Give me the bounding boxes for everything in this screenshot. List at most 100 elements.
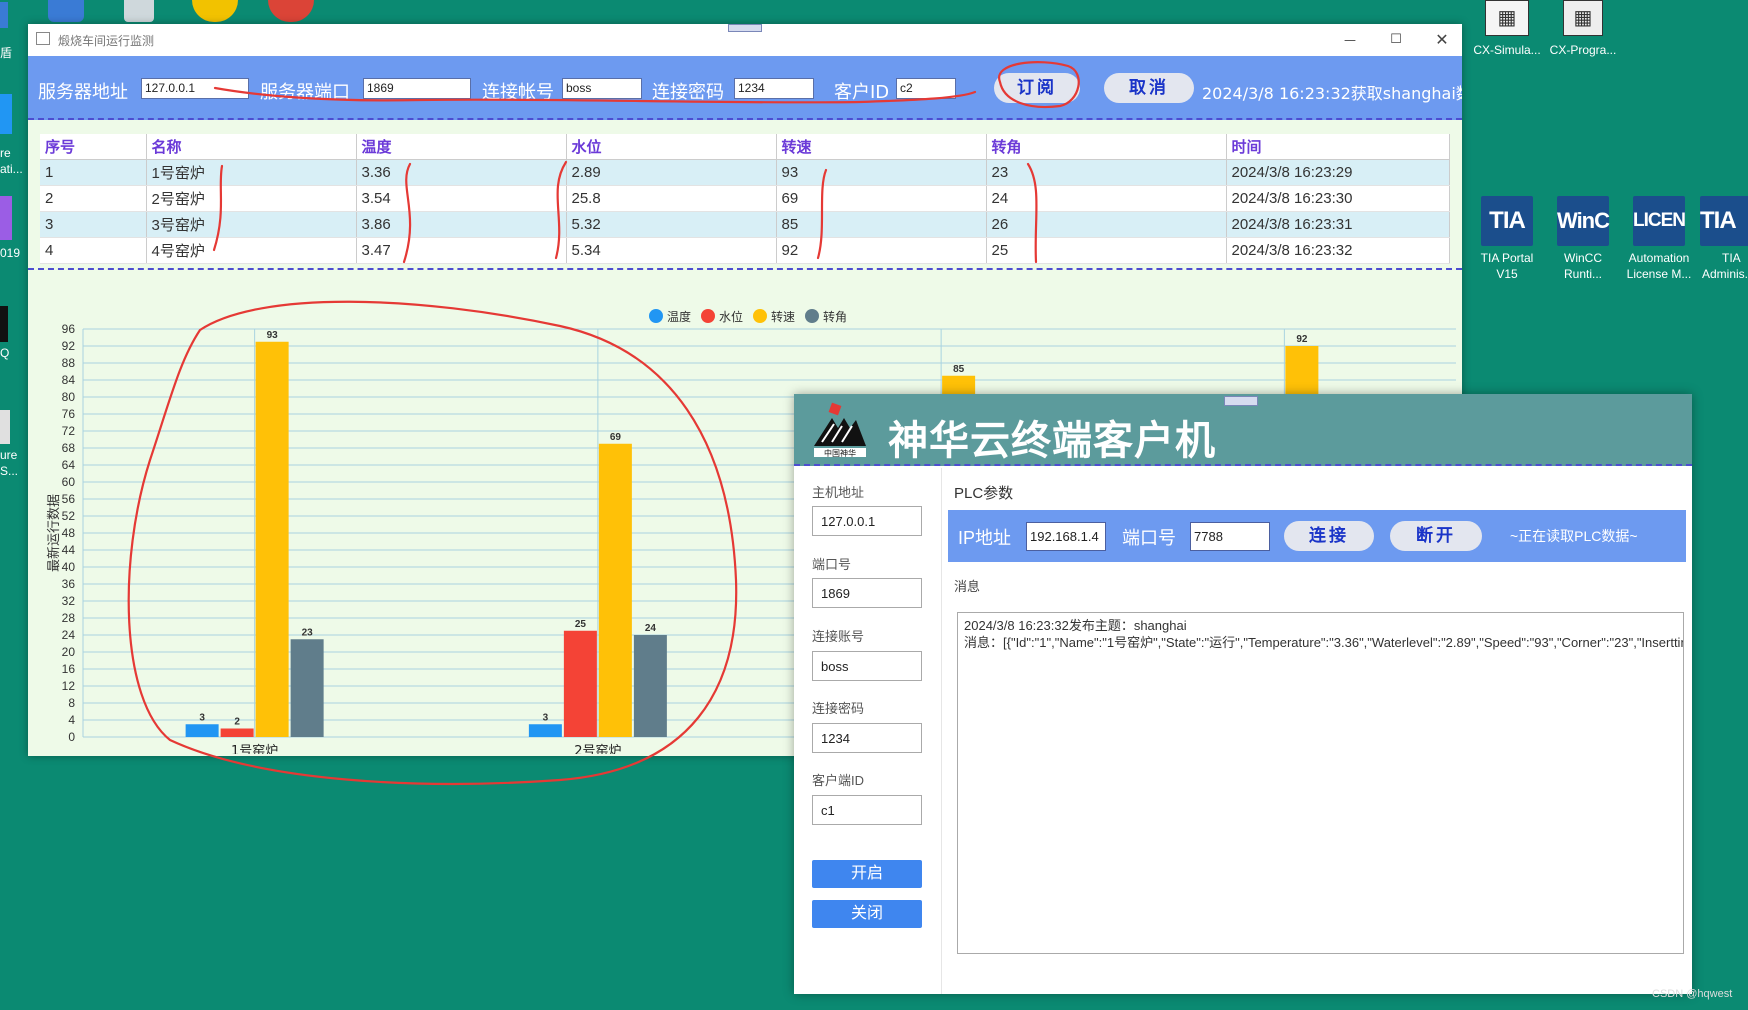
port-label: 端口号 (812, 557, 852, 572)
host-address-input[interactable]: 127.0.0.1 (812, 506, 922, 536)
account-label: 连接账号 (812, 629, 865, 644)
column-header[interactable]: 转角 (986, 134, 1227, 160)
desktop-icon-label: WinCC (1564, 251, 1602, 265)
table-row[interactable]: 3 3号窑炉 3.86 5.32 85 26 2024/3/8 16:23:31 (40, 211, 1450, 238)
server-address-input[interactable]: 127.0.0.1 (141, 78, 249, 99)
table-cell: 1号窑炉 (146, 159, 357, 186)
data-label: 23 (302, 627, 314, 638)
table-cell: 3.86 (356, 211, 567, 238)
close-button[interactable]: 关闭 (812, 900, 922, 928)
table-cell: 25 (986, 237, 1227, 264)
desktop-icon-wincc[interactable]: WinC WinCC Runti... (1544, 196, 1622, 282)
desktop-icon-cx-programmer[interactable]: ▦ CX-Progra... (1544, 0, 1622, 58)
account-input[interactable]: boss (562, 78, 642, 99)
desktop-icon-tia-admin[interactable]: TIA TIA Adminis... (1696, 196, 1748, 282)
column-header[interactable]: 转速 (776, 134, 987, 160)
left-edge-icon-1[interactable] (0, 2, 8, 28)
data-label: 92 (1296, 334, 1308, 345)
left-edge-icon-4[interactable] (0, 306, 8, 342)
drive-icon[interactable] (192, 0, 238, 22)
minimize-button[interactable]: — (1330, 28, 1370, 52)
table-cell: 4号窑炉 (146, 237, 357, 264)
y-tick-label: 84 (62, 373, 76, 387)
data-label: 69 (610, 432, 622, 443)
table-cell: 5.34 (566, 237, 777, 264)
table-cell: 26 (986, 211, 1227, 238)
left-edge-label: 盾 (0, 46, 13, 60)
desktop-icon-label: TIA (1722, 251, 1741, 265)
table-row[interactable]: 4 4号窑炉 3.47 5.34 92 25 2024/3/8 16:23:32 (40, 237, 1450, 264)
port-label: 端口号 (1122, 528, 1176, 548)
desktop-icon-partial-1[interactable] (48, 0, 84, 22)
host-address-label: 主机地址 (812, 485, 865, 500)
connect-button[interactable]: 连接 (1284, 521, 1374, 551)
y-tick-label: 32 (62, 594, 76, 608)
section-divider (28, 268, 1462, 270)
password-input[interactable]: 1234 (812, 723, 922, 753)
table-cell: 3.36 (356, 159, 567, 186)
column-header[interactable]: 时间 (1226, 134, 1450, 160)
close-button[interactable]: ✕ (1422, 28, 1462, 52)
server-port-input[interactable]: 1869 (363, 78, 471, 99)
table-row[interactable]: 2 2号窑炉 3.54 25.8 69 24 2024/3/8 16:23:30 (40, 185, 1450, 212)
left-edge-label: ati... (0, 162, 23, 176)
y-tick-label: 60 (62, 475, 76, 489)
password-label: 连接密码 (652, 82, 724, 103)
account-input[interactable]: boss (812, 651, 922, 681)
table-cell: 93 (776, 159, 987, 186)
client-id-input[interactable]: c1 (812, 795, 922, 825)
x-tick-label: 1号窑炉 (231, 743, 278, 754)
plc-toolbar: IP地址 192.168.1.4 端口号 7788 连接 断开 ~正在读取PLC… (948, 510, 1686, 562)
left-edge-label: ure (0, 448, 18, 462)
desktop-icon-automation-license[interactable]: LICEN Automation License M... (1620, 196, 1698, 282)
table-cell: 2024/3/8 16:23:31 (1226, 211, 1450, 238)
plc-port-input[interactable]: 7788 (1190, 522, 1270, 551)
left-edge-icon-5[interactable] (0, 410, 10, 444)
status-text: 2024/3/8 16:23:32获取shanghai数据. (1202, 84, 1462, 103)
table-cell: 3号窑炉 (146, 211, 357, 238)
y-tick-label: 80 (62, 390, 76, 404)
desktop-icon-label: CX-Progra... (1549, 43, 1617, 57)
table-cell: 3 (40, 211, 147, 238)
y-tick-label: 64 (62, 458, 76, 472)
drag-grip[interactable] (1224, 396, 1258, 406)
client-id-input[interactable]: c2 (896, 78, 956, 99)
data-label: 3 (543, 712, 549, 723)
y-tick-label: 72 (62, 424, 76, 438)
drag-grip[interactable] (728, 24, 762, 32)
port-input[interactable]: 1869 (812, 578, 922, 608)
column-header[interactable]: 名称 (146, 134, 357, 160)
column-header[interactable]: 水位 (566, 134, 777, 160)
legend-marker (649, 309, 663, 323)
ip-address-label: IP地址 (958, 528, 1012, 548)
bar (255, 341, 289, 737)
ip-address-input[interactable]: 192.168.1.4 (1026, 522, 1106, 551)
legend-label: 温度 (667, 309, 691, 324)
subscribe-button[interactable]: 订阅 (994, 73, 1080, 103)
watermark: CSDN @hqwest (1652, 988, 1733, 1000)
password-input[interactable]: 1234 (734, 78, 814, 99)
wincc-icon: WinC (1557, 196, 1610, 246)
data-table[interactable]: 序号 名称 温度 水位 转速 转角 时间 1 1号窑炉 3.36 2.89 93 23 20… (40, 134, 1450, 264)
open-button[interactable]: 开启 (812, 860, 922, 888)
bar (563, 630, 597, 737)
chrome-icon[interactable] (268, 0, 314, 22)
left-edge-icon-3[interactable] (0, 196, 12, 240)
desktop-icon-cx-simulator[interactable]: ▦ CX-Simula... (1468, 0, 1546, 58)
plc-section-title: PLC参数 (954, 485, 1014, 502)
desktop-icon-tia-portal[interactable]: TIA TIA Portal V15 (1468, 196, 1546, 282)
y-tick-label: 52 (62, 509, 76, 523)
cancel-button[interactable]: 取消 (1104, 73, 1194, 103)
table-row[interactable]: 1 1号窑炉 3.36 2.89 93 23 2024/3/8 16:23:29 (40, 159, 1450, 186)
column-header[interactable]: 温度 (356, 134, 567, 160)
desktop-icon-label: V15 (1496, 267, 1518, 281)
table-cell: 3.47 (356, 237, 567, 264)
recycle-bin-icon[interactable] (124, 0, 154, 22)
column-header[interactable]: 序号 (40, 134, 147, 160)
message-textarea[interactable]: 2024/3/8 16:23:32发布主题：shanghai 消息：[{"Id"… (957, 612, 1684, 954)
disconnect-button[interactable]: 断开 (1390, 521, 1482, 551)
left-edge-icon-2[interactable] (0, 94, 12, 134)
legend-label: 水位 (719, 309, 743, 324)
maximize-button[interactable]: ☐ (1376, 28, 1416, 52)
server-address-label: 服务器地址 (38, 82, 128, 103)
